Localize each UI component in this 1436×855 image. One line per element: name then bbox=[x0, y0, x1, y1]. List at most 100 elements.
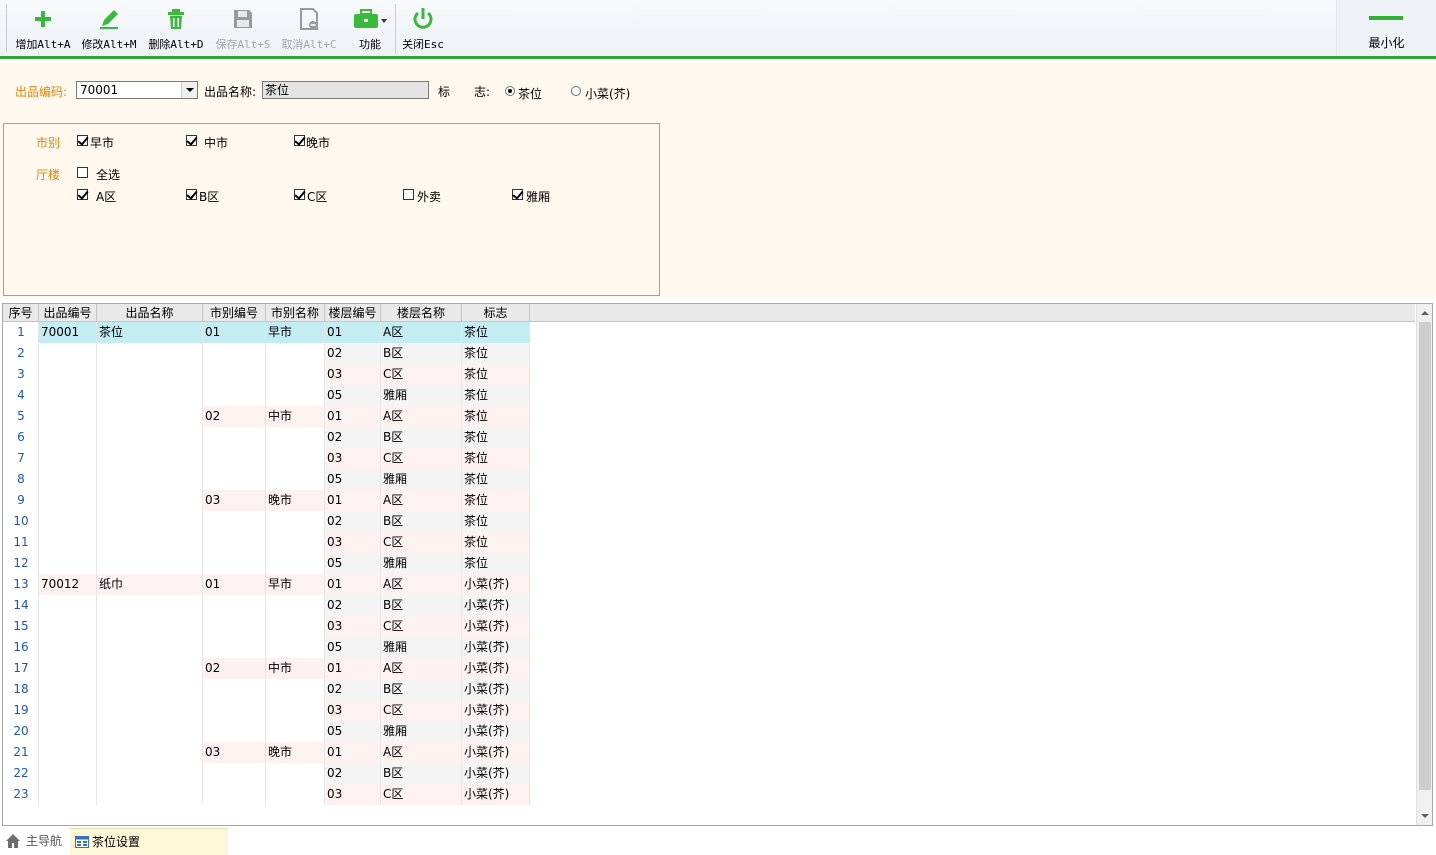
table-cell[interactable] bbox=[266, 616, 325, 637]
table-cell[interactable]: 茶位 bbox=[462, 364, 530, 385]
table-cell[interactable]: 雅厢 bbox=[381, 385, 462, 406]
market-checkbox-morning-label[interactable]: 早市 bbox=[90, 134, 114, 151]
table-cell[interactable]: 9 bbox=[3, 490, 39, 511]
table-cell[interactable] bbox=[266, 595, 325, 616]
table-cell[interactable] bbox=[97, 448, 203, 469]
table-cell[interactable]: 5 bbox=[3, 406, 39, 427]
table-cell[interactable]: 10 bbox=[3, 511, 39, 532]
table-row[interactable]: 4 05 雅厢 茶位 bbox=[3, 385, 530, 406]
table-cell[interactable]: 茶位 bbox=[462, 385, 530, 406]
table-cell[interactable]: 02 bbox=[203, 406, 266, 427]
table-cell[interactable]: 小菜(芥) bbox=[462, 679, 530, 700]
table-cell[interactable] bbox=[39, 595, 97, 616]
table-cell[interactable] bbox=[203, 700, 266, 721]
table-cell[interactable]: 茶位 bbox=[462, 532, 530, 553]
table-cell[interactable]: A区 bbox=[381, 658, 462, 679]
table-row[interactable]: 6 02 B区 茶位 bbox=[3, 427, 530, 448]
table-cell[interactable]: B区 bbox=[381, 511, 462, 532]
table-cell[interactable]: C区 bbox=[381, 616, 462, 637]
floor-checkbox-b-label[interactable]: B区 bbox=[199, 188, 219, 205]
table-cell[interactable]: 02 bbox=[325, 595, 381, 616]
table-cell[interactable]: 05 bbox=[325, 637, 381, 658]
tab-tea-seat-settings[interactable]: 茶位设置 bbox=[70, 828, 228, 855]
table-cell[interactable]: 小菜(芥) bbox=[462, 742, 530, 763]
table-cell[interactable] bbox=[97, 658, 203, 679]
table-cell[interactable]: 13 bbox=[3, 574, 39, 595]
table-cell[interactable]: 小菜(芥) bbox=[462, 784, 530, 805]
table-cell[interactable]: 小菜(芥) bbox=[462, 721, 530, 742]
table-cell[interactable] bbox=[97, 616, 203, 637]
table-cell[interactable] bbox=[203, 763, 266, 784]
table-cell[interactable]: B区 bbox=[381, 343, 462, 364]
floor-checkbox-takeout-label[interactable]: 外卖 bbox=[417, 188, 441, 205]
table-cell[interactable]: C区 bbox=[381, 364, 462, 385]
floor-checkbox-takeout[interactable] bbox=[403, 189, 414, 200]
table-row[interactable]: 8 05 雅厢 茶位 bbox=[3, 469, 530, 490]
table-cell[interactable]: 12 bbox=[3, 553, 39, 574]
table-cell[interactable]: 01 bbox=[325, 658, 381, 679]
table-cell[interactable]: 8 bbox=[3, 469, 39, 490]
floor-select-all-checkbox[interactable] bbox=[77, 167, 88, 178]
table-cell[interactable]: A区 bbox=[381, 406, 462, 427]
table-row[interactable]: 13 70012 纸巾 01 早市 01 A区 小菜(芥) bbox=[3, 574, 530, 595]
table-row[interactable]: 18 02 B区 小菜(芥) bbox=[3, 679, 530, 700]
market-checkbox-evening[interactable] bbox=[294, 135, 305, 146]
table-cell[interactable]: 01 bbox=[325, 322, 381, 343]
table-cell[interactable]: 02 bbox=[203, 658, 266, 679]
table-cell[interactable] bbox=[39, 532, 97, 553]
table-cell[interactable] bbox=[39, 658, 97, 679]
column-header[interactable]: 楼层名称 bbox=[381, 304, 462, 322]
table-cell[interactable] bbox=[97, 532, 203, 553]
table-cell[interactable]: 01 bbox=[203, 322, 266, 343]
table-cell[interactable] bbox=[203, 616, 266, 637]
table-cell[interactable]: 03 bbox=[203, 490, 266, 511]
table-cell[interactable]: 雅厢 bbox=[381, 721, 462, 742]
table-cell[interactable] bbox=[97, 553, 203, 574]
table-cell[interactable] bbox=[266, 721, 325, 742]
table-cell[interactable]: 01 bbox=[325, 406, 381, 427]
table-cell[interactable] bbox=[266, 343, 325, 364]
edit-button[interactable]: 修改Alt+M bbox=[80, 6, 138, 56]
table-cell[interactable]: 中市 bbox=[266, 658, 325, 679]
table-cell[interactable] bbox=[203, 448, 266, 469]
table-cell[interactable] bbox=[203, 511, 266, 532]
table-cell[interactable]: 晚市 bbox=[266, 742, 325, 763]
table-cell[interactable]: 01 bbox=[203, 574, 266, 595]
table-cell[interactable] bbox=[266, 364, 325, 385]
table-cell[interactable] bbox=[203, 343, 266, 364]
table-cell[interactable] bbox=[39, 343, 97, 364]
column-header[interactable]: 出品编号 bbox=[39, 304, 97, 322]
combo-dropdown-icon[interactable] bbox=[181, 82, 197, 98]
table-cell[interactable]: 6 bbox=[3, 427, 39, 448]
table-cell[interactable]: 05 bbox=[325, 721, 381, 742]
table-cell[interactable] bbox=[39, 616, 97, 637]
table-cell[interactable] bbox=[39, 637, 97, 658]
column-header[interactable]: 标志 bbox=[462, 304, 530, 322]
table-cell[interactable]: 小菜(芥) bbox=[462, 700, 530, 721]
table-cell[interactable] bbox=[39, 763, 97, 784]
table-cell[interactable] bbox=[39, 784, 97, 805]
table-cell[interactable]: C区 bbox=[381, 532, 462, 553]
table-row[interactable]: 5 02 中市 01 A区 茶位 bbox=[3, 406, 530, 427]
table-cell[interactable] bbox=[266, 637, 325, 658]
table-cell[interactable] bbox=[97, 469, 203, 490]
table-row[interactable]: 10 02 B区 茶位 bbox=[3, 511, 530, 532]
table-cell[interactable] bbox=[97, 784, 203, 805]
table-cell[interactable]: 03 bbox=[203, 742, 266, 763]
table-cell[interactable]: 雅厢 bbox=[381, 553, 462, 574]
table-cell[interactable] bbox=[97, 742, 203, 763]
table-cell[interactable]: 茶位 bbox=[462, 322, 530, 343]
table-cell[interactable]: 茶位 bbox=[97, 322, 203, 343]
floor-checkbox-private-label[interactable]: 雅厢 bbox=[526, 188, 550, 205]
data-grid[interactable]: 1 70001 茶位 01 早市 01 A区 茶位 2 02 B区 茶位 3 03 C区 茶位 4 05 雅厢 茶位 5… bbox=[2, 303, 1433, 826]
table-cell[interactable]: 小菜(芥) bbox=[462, 616, 530, 637]
floor-checkbox-b[interactable] bbox=[186, 189, 197, 200]
save-button[interactable]: 保存Alt+S bbox=[214, 6, 272, 56]
table-row[interactable]: 3 03 C区 茶位 bbox=[3, 364, 530, 385]
table-cell[interactable] bbox=[39, 427, 97, 448]
table-cell[interactable]: 11 bbox=[3, 532, 39, 553]
table-cell[interactable]: 茶位 bbox=[462, 490, 530, 511]
table-cell[interactable]: 02 bbox=[325, 511, 381, 532]
floor-checkbox-a-label[interactable]: A区 bbox=[96, 188, 116, 205]
floor-select-all-label[interactable]: 全选 bbox=[96, 166, 120, 183]
